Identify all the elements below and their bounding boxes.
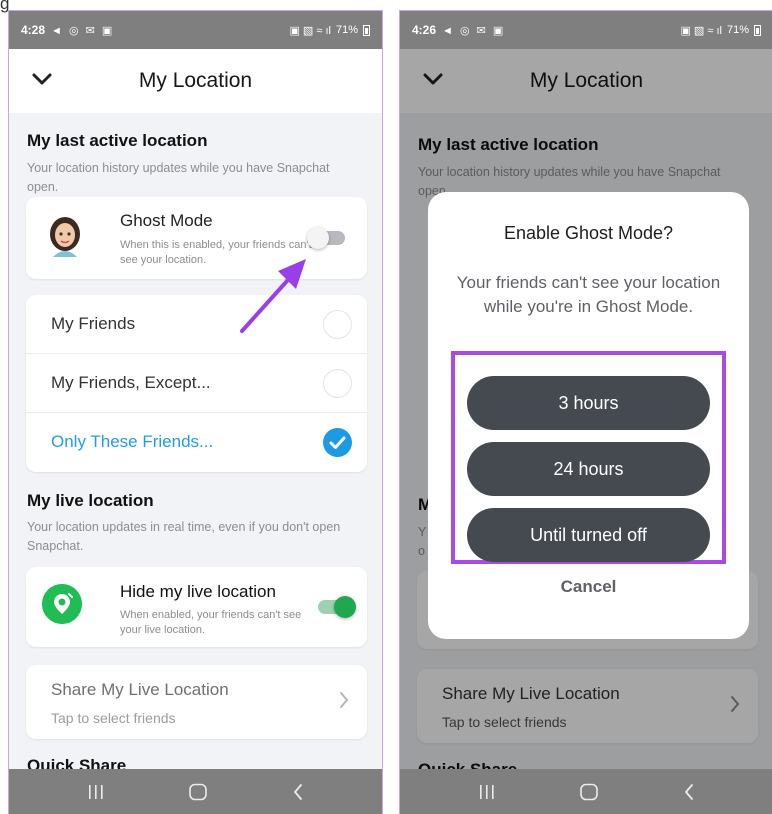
chevron-right-icon — [340, 692, 349, 708]
option-24-hours-button[interactable]: 24 hours — [467, 442, 710, 496]
hide-live-title: Hide my live location — [120, 582, 276, 601]
recents-icon[interactable] — [478, 784, 496, 800]
option-label: Only These Friends... — [51, 432, 214, 451]
page-title: My Location — [138, 69, 253, 92]
status-time: 4:28 — [21, 23, 46, 37]
phone-screen-right: 4:26 ◄ ◎ ✉ ▣ ▣ ▧ ≈ ıl 71% My Location My… — [399, 10, 772, 814]
battery-icon — [754, 24, 761, 36]
notification-icons: ◄ ◎ ✉ ▣ — [51, 24, 115, 37]
ghost-mode-card: Ghost Mode When this is enabled, your fr… — [26, 197, 367, 279]
notification-icons: ◄ ◎ ✉ ▣ — [442, 24, 506, 37]
back-icon[interactable] — [682, 783, 696, 801]
android-nav-bar — [9, 769, 382, 814]
share-live-location-card[interactable]: Share My Live Location Tap to select fri… — [26, 665, 367, 739]
status-time: 4:26 — [412, 23, 437, 37]
recents-icon[interactable] — [87, 784, 105, 800]
hide-live-desc: When enabled, your friends can't see you… — [120, 609, 302, 636]
avatar — [50, 217, 80, 257]
status-right: ▣ ▧ ≈ ıl 71% — [289, 24, 370, 37]
status-right: ▣ ▧ ≈ ıl 71% — [680, 24, 761, 37]
option-3-hours-button[interactable]: 3 hours — [467, 376, 710, 430]
android-nav-bar — [400, 769, 772, 814]
section-title-last-active: My last active location — [27, 131, 208, 150]
checkmark-icon[interactable] — [323, 428, 352, 457]
signal-icons: ▣ ▧ ≈ ıl — [289, 24, 331, 37]
share-live-subtitle: Tap to select friends — [51, 710, 176, 726]
radio-unchecked[interactable] — [323, 369, 352, 398]
toggle-knob — [307, 227, 329, 249]
cancel-button[interactable]: Cancel — [428, 577, 749, 597]
friends-options-card: My Friends My Friends, Except... Only Th… — [26, 295, 367, 472]
hide-live-card: Hide my live location When enabled, your… — [26, 567, 367, 647]
ghost-mode-dialog: Enable Ghost Mode? Your friends can't se… — [428, 192, 749, 639]
back-icon[interactable] — [291, 783, 305, 801]
status-bar: 4:28 ◄ ◎ ✉ ▣ ▣ ▧ ≈ ıl 71% — [9, 11, 382, 49]
battery-icon — [363, 24, 370, 36]
header: My Location — [9, 49, 382, 113]
home-icon[interactable] — [579, 783, 599, 801]
battery-text: 71% — [335, 24, 358, 36]
toggle-knob — [334, 596, 356, 618]
option-label: My Friends — [51, 314, 136, 333]
section-desc-last-active: Your location history updates while you … — [27, 161, 330, 194]
ghost-mode-toggle[interactable] — [307, 227, 345, 249]
battery-text: 71% — [726, 24, 749, 36]
chevron-down-icon[interactable] — [31, 71, 53, 87]
hide-live-toggle[interactable] — [318, 596, 356, 618]
status-bar: 4:26 ◄ ◎ ✉ ▣ ▣ ▧ ≈ ıl 71% — [400, 11, 772, 49]
dialog-title: Enable Ghost Mode? — [503, 223, 674, 243]
option-until-turned-off-button[interactable]: Until turned off — [467, 508, 710, 562]
share-live-title: Share My Live Location — [51, 680, 229, 699]
radio-unchecked[interactable] — [323, 310, 352, 339]
phone-screen-left: 4:28 ◄ ◎ ✉ ▣ ▣ ▧ ≈ ıl 71% My Location My… — [8, 10, 383, 814]
option-my-friends-except[interactable]: My Friends, Except... — [26, 354, 367, 413]
ghost-mode-title: Ghost Mode — [120, 211, 213, 230]
ghost-mode-desc: When this is enabled, your friends can't… — [120, 239, 312, 266]
option-my-friends[interactable]: My Friends — [26, 295, 367, 354]
dialog-message: Your friends can't see your location whi… — [456, 273, 721, 316]
signal-icons: ▣ ▧ ≈ ıl — [680, 24, 722, 37]
location-pin-icon — [42, 584, 82, 624]
option-only-these-friends[interactable]: Only These Friends... — [26, 413, 367, 472]
section-title-live: My live location — [27, 491, 154, 510]
option-label: My Friends, Except... — [51, 373, 211, 392]
home-icon[interactable] — [188, 783, 208, 801]
section-desc-live: Your location updates in real time, even… — [27, 520, 341, 553]
